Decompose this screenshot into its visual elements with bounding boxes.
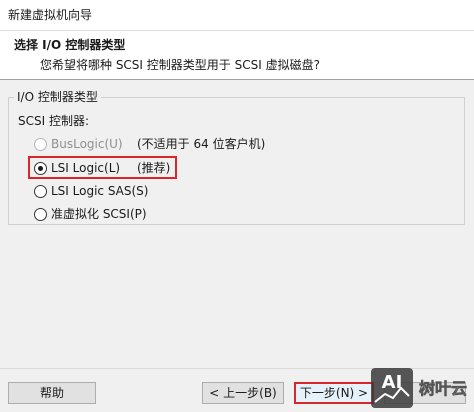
page-subtitle: 您希望将哪种 SCSI 控制器类型用于 SCSI 虚拟磁盘? [40,58,320,72]
title-bar: 新建虚拟机向导 [0,0,474,31]
next-button[interactable]: 下一步(N) > [294,382,374,404]
radio-button[interactable] [34,184,47,198]
radio-button[interactable] [34,137,47,151]
wizard-content: I/O 控制器类型 SCSI 控制器: BusLogic(U) (不适用于 64… [0,79,474,412]
radio-buslogic[interactable]: BusLogic(U) [34,135,123,153]
watermark-logo-text: AI [382,372,403,393]
window-title: 新建虚拟机向导 [8,8,93,22]
radio-paravirtual-scsi[interactable]: 准虚拟化 SCSI(P) [34,205,147,223]
radio-button[interactable] [34,207,47,221]
buslogic-note: (不适用于 64 位客户机) [137,137,266,151]
page-title: 选择 I/O 控制器类型 [14,38,126,52]
help-button[interactable]: 帮助 [8,382,96,404]
radio-label: 准虚拟化 SCSI(P) [51,207,147,221]
scsi-controller-label: SCSI 控制器: [18,114,90,128]
watermark-text: 树叶云 [419,379,467,398]
watermark-logo: AI 树叶云 [371,368,467,408]
back-button[interactable]: < 上一步(B) [202,382,284,404]
radio-label: LSI Logic SAS(S) [51,184,149,198]
highlight-box [28,156,177,179]
wizard-header: 选择 I/O 控制器类型 您希望将哪种 SCSI 控制器类型用于 SCSI 虚拟… [0,31,474,79]
radio-label: BusLogic(U) [51,137,123,151]
radio-lsi-logic-sas[interactable]: LSI Logic SAS(S) [34,182,148,200]
group-label: I/O 控制器类型 [14,90,101,104]
